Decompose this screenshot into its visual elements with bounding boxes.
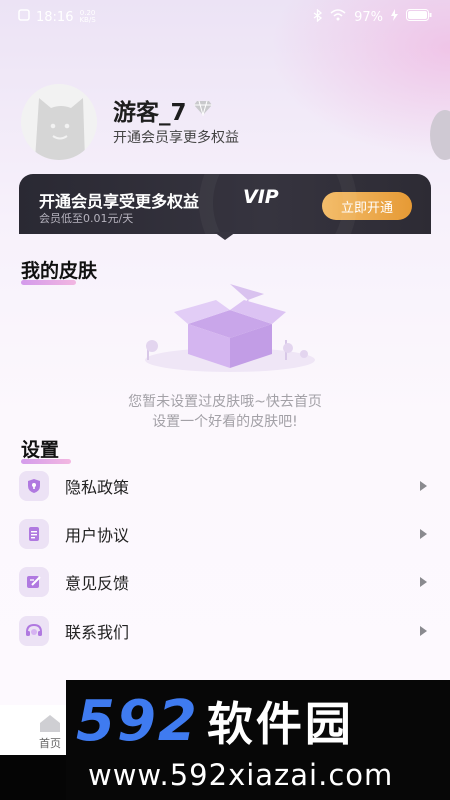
chevron-right-icon — [420, 577, 427, 587]
open-vip-button[interactable]: 立即开通 — [322, 192, 412, 220]
skins-section-title: 我的皮肤 — [21, 256, 97, 285]
username-row: 游客_7 — [113, 93, 213, 127]
document-icon — [19, 519, 49, 549]
vip-subtitle: 会员低至0.01元/天 — [39, 212, 134, 225]
chevron-right-icon — [420, 626, 427, 636]
watermark: 592 软件园 www.592xiazai.com — [66, 680, 450, 800]
notification-icon — [18, 9, 30, 25]
settings-section-title: 设置 — [21, 435, 71, 464]
avatar[interactable] — [21, 84, 97, 160]
settings-item-privacy[interactable]: 隐私政策 — [19, 468, 431, 504]
vip-banner[interactable]: 开通会员享受更多权益 VIP 会员低至0.01元/天 立即开通 — [19, 174, 431, 234]
watermark-logo: 592 软件园 — [76, 689, 354, 754]
empty-skins-line1: 您暂未设置过皮肤哦~快去首页 — [128, 394, 322, 410]
vip-title: 开通会员享受更多权益 — [39, 192, 200, 211]
diamond-icon — [193, 100, 213, 120]
chevron-right-icon — [420, 481, 427, 491]
banner-notch — [214, 232, 236, 240]
headset-icon — [19, 616, 49, 646]
username: 游客_7 — [113, 100, 187, 126]
default-avatar-icon — [35, 98, 85, 160]
status-bar: 18:16 0.20 KB/S 97% — [0, 0, 450, 34]
feedback-icon — [19, 567, 49, 597]
home-icon — [40, 715, 60, 732]
profile-subtitle[interactable]: 开通会员享更多权益 — [113, 127, 239, 147]
empty-skins-line2: 设置一个好看的皮肤吧! — [152, 414, 298, 430]
charging-icon — [391, 9, 398, 25]
nav-home-tab[interactable]: 首页 — [38, 713, 62, 751]
empty-box-illustration — [140, 280, 320, 380]
net-speed: 0.20 KB/S — [79, 9, 96, 24]
chevron-right-icon — [420, 529, 427, 539]
settings-item-feedback[interactable]: 意见反馈 — [19, 564, 431, 600]
settings-item-contact[interactable]: 联系我们 — [19, 613, 431, 649]
wifi-icon — [330, 9, 346, 25]
side-handle[interactable] — [430, 110, 450, 160]
bluetooth-icon — [313, 8, 323, 26]
privacy-icon — [19, 471, 49, 501]
vip-logo: VIP — [243, 186, 279, 208]
settings-item-agreement[interactable]: 用户协议 — [19, 516, 431, 552]
watermark-url: www.592xiazai.com — [88, 758, 394, 792]
battery-icon — [406, 9, 432, 25]
status-time: 18:16 — [36, 9, 74, 25]
battery-percent: 97% — [354, 9, 383, 25]
